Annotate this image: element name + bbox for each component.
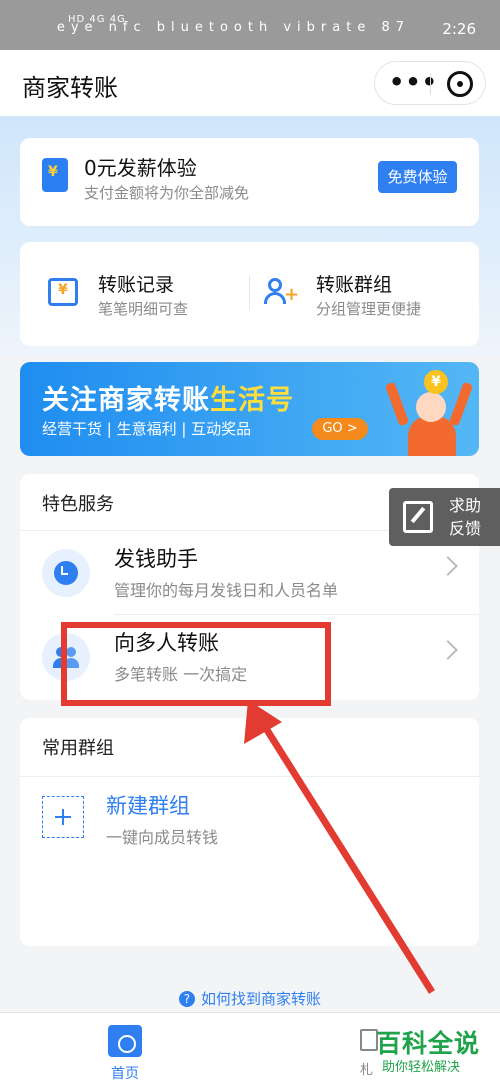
transfer-groups-item[interactable]: + 转账群组 分组管理更便捷: [250, 242, 479, 346]
transfer-records-item[interactable]: 转账记录 笔笔明细可查: [20, 242, 249, 346]
status-icons: eye nfc bluetooth vibrate 87: [56, 20, 410, 35]
promo-title: 0元发薪体验: [84, 156, 197, 180]
chevron-right-icon: [438, 640, 458, 660]
payroll-icon: [42, 158, 68, 192]
transfer-groups-subtitle: 分组管理更便捷: [316, 300, 422, 318]
banner-illustration: ¥: [384, 368, 474, 456]
question-icon: ?: [178, 991, 195, 1007]
shop-icon: [108, 1025, 142, 1057]
transfer-groups-title: 转账群组: [316, 274, 393, 296]
alarm-clock-icon-bg: [42, 549, 90, 597]
multi-transfer-title: 向多人转账: [114, 631, 219, 655]
plus-icon[interactable]: [42, 796, 84, 838]
transfer-records-title: 转账记录: [98, 274, 175, 296]
people-icon: [53, 645, 79, 669]
status-bar: HD 4G 4G eye nfc bluetooth vibrate 87 2:…: [0, 0, 500, 50]
people-icon-bg: [42, 633, 90, 681]
promo-subtitle: 支付金额将为你全部减免: [84, 184, 250, 202]
alarm-clock-icon: [54, 561, 78, 585]
banner-subtitle: 经营干货 | 生意福利 | 互动奖品: [42, 420, 252, 438]
mini-program-capsule: •••: [374, 61, 486, 105]
tab-home-label: 首页: [111, 1066, 139, 1082]
chevron-right-icon: [438, 556, 458, 576]
watermark-title: 百科全说: [376, 1029, 481, 1058]
common-groups-card: 常用群组 新建群组 一键向成员转钱: [20, 718, 479, 946]
help-feedback-button[interactable]: 求助反馈: [389, 488, 500, 546]
page-title: 商家转账: [22, 74, 118, 102]
new-group-subtitle: 一键向成员转钱: [106, 828, 219, 847]
payroll-assistant-subtitle: 管理你的每月发钱日和人员名单: [114, 581, 339, 600]
nav-bar: 商家转账 •••: [0, 50, 500, 116]
transfer-records-subtitle: 笔笔明细可查: [98, 300, 189, 318]
how-to-find-link[interactable]: ? 如何找到商家转账: [0, 988, 500, 1009]
close-capsule-icon[interactable]: [447, 71, 473, 97]
edit-feedback-icon: [403, 501, 433, 533]
how-to-find-text: 如何找到商家转账: [200, 990, 321, 1008]
groups-divider: [20, 776, 479, 777]
promo-card[interactable]: 0元发薪体验 支付金额将为你全部减免 免费体验: [20, 138, 479, 226]
clock-time: 2:26: [442, 20, 476, 38]
coin-icon: ¥: [424, 370, 448, 394]
calendar-yuan-icon: [48, 278, 78, 306]
go-button[interactable]: GO >: [312, 418, 368, 440]
watermark-subtitle: 助你轻松解决: [382, 1060, 461, 1075]
new-group-link[interactable]: 新建群组: [106, 790, 190, 820]
groups-title: 常用群组: [42, 738, 114, 759]
services-title: 特色服务: [42, 494, 114, 515]
banner-title: 关注商家转账生活号: [42, 385, 294, 416]
free-trial-button[interactable]: 免费体验: [378, 161, 457, 193]
payroll-assistant-title: 发钱助手: [114, 547, 198, 571]
life-account-banner[interactable]: 关注商家转账生活号 经营干货 | 生意福利 | 互动奖品 GO > ¥: [20, 362, 479, 456]
add-person-icon: +: [264, 278, 299, 306]
multi-transfer-subtitle: 多笔转账 一次搞定: [114, 665, 248, 684]
quick-actions-card: 转账记录 笔笔明细可查 + 转账群组 分组管理更便捷: [20, 242, 479, 346]
help-feedback-label: 求助反馈: [449, 496, 482, 538]
multi-transfer-item[interactable]: 向多人转账 多笔转账 一次搞定: [20, 615, 479, 699]
capsule-divider: [430, 73, 431, 95]
watermark-logo: 百科全说 助你轻松解决: [372, 1024, 500, 1080]
tab-home[interactable]: 首页: [100, 1021, 150, 1082]
